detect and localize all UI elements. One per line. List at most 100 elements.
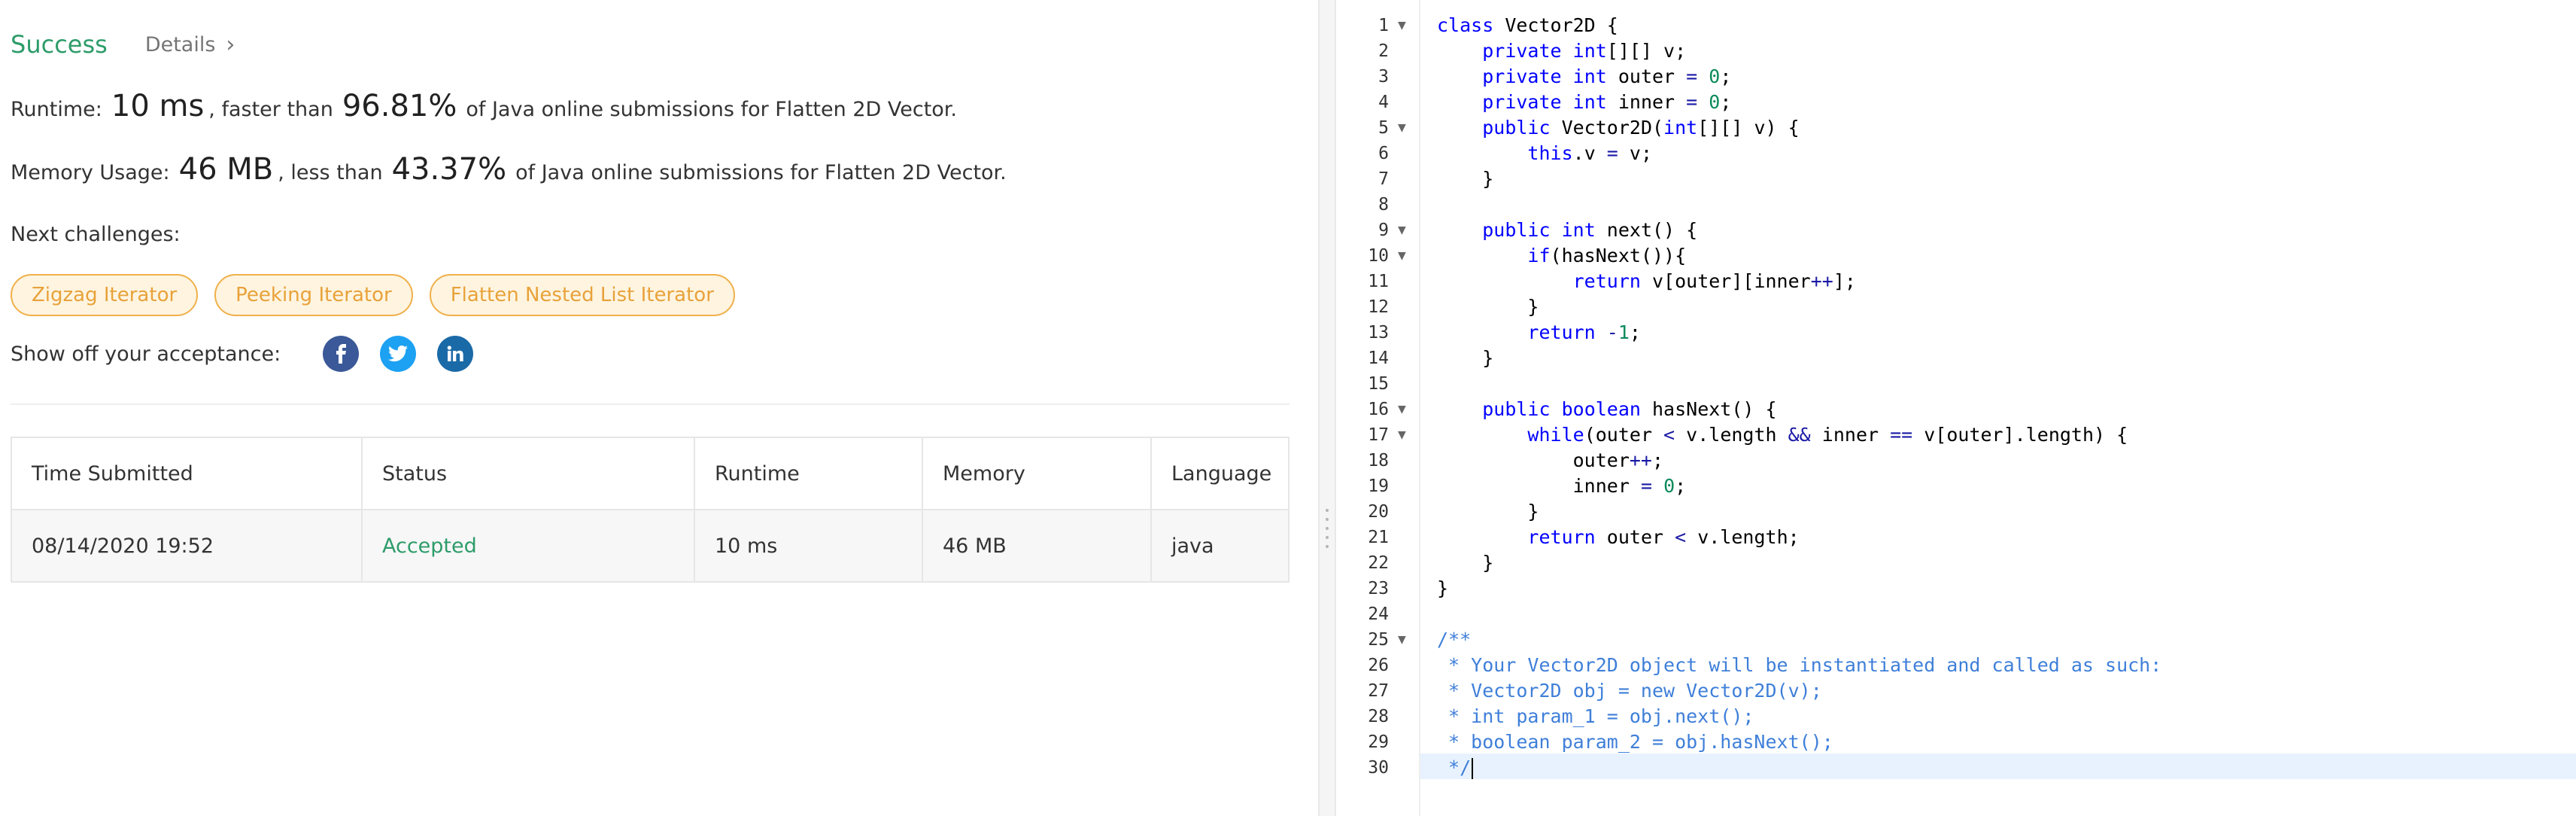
line-number: 26: [1368, 656, 1389, 675]
runtime-suffix: of Java online submissions for Flatten 2…: [466, 98, 958, 121]
line-number: 13: [1368, 323, 1389, 343]
grip-dots-icon: [1326, 509, 1329, 548]
code-line[interactable]: /**: [1437, 627, 2161, 653]
runtime-percent: 96.81%: [342, 89, 457, 123]
divider: [11, 403, 1290, 405]
code-line[interactable]: * Your Vector2D object will be instantia…: [1437, 653, 2161, 678]
runtime-label: Runtime:: [11, 98, 102, 121]
runtime-value: 10 ms: [111, 89, 205, 123]
fold-toggle-icon[interactable]: ▼: [1398, 115, 1406, 141]
submission-result-panel: Success Details › Runtime: 10 ms , faste…: [0, 0, 1318, 816]
line-number: 15: [1368, 374, 1389, 394]
share-row: Show off your acceptance:: [11, 336, 474, 372]
code-line[interactable]: */: [1437, 755, 2161, 781]
column-header-time-submitted[interactable]: Time Submitted: [12, 438, 361, 509]
line-number: 16: [1368, 400, 1389, 419]
code-line[interactable]: while(outer < v.length && inner == v[out…: [1437, 422, 2161, 448]
line-number: 19: [1368, 477, 1389, 496]
fold-toggle-icon[interactable]: ▼: [1398, 627, 1406, 653]
line-number: 5: [1378, 118, 1389, 138]
app-root: Success Details › Runtime: 10 ms , faste…: [0, 0, 2576, 816]
line-number: 20: [1368, 502, 1389, 522]
line-number: 4: [1378, 93, 1389, 112]
runtime-middle-text: , faster than: [208, 98, 333, 121]
column-header-status[interactable]: Status: [361, 438, 694, 509]
code-line[interactable]: }: [1437, 294, 2161, 320]
memory-suffix: of Java online submissions for Flatten 2…: [515, 161, 1007, 184]
panel-resize-handle[interactable]: [1318, 0, 1336, 816]
line-number: 24: [1368, 604, 1389, 624]
challenge-chip-flatten-nested-list-iterator[interactable]: Flatten Nested List Iterator: [429, 274, 735, 316]
result-status: Success: [11, 30, 108, 59]
cell-memory: 46 MB: [922, 510, 1150, 581]
code-line[interactable]: public int next() {: [1437, 218, 2161, 243]
column-header-runtime[interactable]: Runtime: [694, 438, 922, 509]
line-number: 23: [1368, 579, 1389, 598]
runtime-line: Runtime: 10 ms , faster than 96.81% of J…: [11, 89, 957, 123]
code-content[interactable]: class Vector2D { private int[][] v; priv…: [1437, 13, 2161, 781]
share-icons: [323, 336, 474, 372]
details-link[interactable]: Details ›: [145, 32, 235, 58]
line-number: 10: [1368, 246, 1389, 266]
line-number: 14: [1368, 349, 1389, 368]
code-line[interactable]: private int[][] v;: [1437, 38, 2161, 64]
code-line[interactable]: private int inner = 0;: [1437, 90, 2161, 115]
code-editor[interactable]: 1 ▼ 2 3 4 5 ▼ 6 7 8 9 ▼ 10 ▼ 11 12 13 14 15 16 ▼ 17 ▼ 18 19 20 21 2…: [1336, 0, 2576, 816]
code-line[interactable]: }: [1437, 550, 2161, 576]
code-line[interactable]: }: [1437, 166, 2161, 192]
twitter-icon[interactable]: [380, 336, 417, 372]
line-number-gutter: 1 ▼ 2 3 4 5 ▼ 6 7 8 9 ▼ 10 ▼ 11 12 13 14 15 16 ▼ 17 ▼ 18 19 20 21 2…: [1336, 0, 1420, 816]
code-line[interactable]: }: [1437, 346, 2161, 371]
line-number: 22: [1368, 553, 1389, 573]
code-line[interactable]: ​: [1437, 601, 2161, 627]
code-line[interactable]: if(hasNext()){: [1437, 243, 2161, 269]
code-line[interactable]: return outer < v.length;: [1437, 525, 2161, 550]
fold-toggle-icon[interactable]: ▼: [1398, 422, 1406, 448]
code-line[interactable]: * boolean param_2 = obj.hasNext();: [1437, 729, 2161, 755]
code-line[interactable]: this.v = v;: [1437, 141, 2161, 166]
chevron-right-icon: ›: [226, 31, 235, 58]
code-line[interactable]: inner = 0;: [1437, 473, 2161, 499]
challenge-chip-zigzag-iterator[interactable]: Zigzag Iterator: [11, 274, 199, 316]
code-line[interactable]: public boolean hasNext() {: [1437, 397, 2161, 422]
result-header: Success Details ›: [11, 30, 235, 59]
challenge-chip-peeking-iterator[interactable]: Peeking Iterator: [214, 274, 413, 316]
table-header-row: Time Submitted Status Runtime Memory Lan…: [12, 438, 1288, 509]
line-number: 25: [1368, 630, 1389, 650]
line-number: 21: [1368, 528, 1389, 547]
code-line[interactable]: class Vector2D {: [1437, 13, 2161, 38]
line-number: 8: [1378, 195, 1389, 215]
fold-toggle-icon[interactable]: ▼: [1398, 243, 1406, 269]
cell-status[interactable]: Accepted: [361, 510, 694, 581]
code-line[interactable]: return -1;: [1437, 320, 2161, 346]
code-line[interactable]: private int outer = 0;: [1437, 64, 2161, 90]
share-label: Show off your acceptance:: [11, 342, 281, 366]
code-line[interactable]: public Vector2D(int[][] v) {: [1437, 115, 2161, 141]
memory-middle-text: , less than: [278, 161, 383, 184]
column-header-memory[interactable]: Memory: [922, 438, 1150, 509]
linkedin-icon[interactable]: [437, 336, 474, 372]
line-number: 3: [1378, 67, 1389, 87]
table-row[interactable]: 08/14/2020 19:52 Accepted 10 ms 46 MB ja…: [12, 509, 1288, 581]
line-number: 30: [1368, 758, 1389, 778]
code-line[interactable]: ​: [1437, 192, 2161, 218]
code-line[interactable]: * int param_1 = obj.next();: [1437, 704, 2161, 729]
code-line[interactable]: * Vector2D obj = new Vector2D(v);: [1437, 678, 2161, 704]
column-header-language[interactable]: Language: [1150, 438, 1288, 509]
line-number: 18: [1368, 451, 1389, 470]
code-line[interactable]: ​: [1437, 371, 2161, 397]
fold-toggle-icon[interactable]: ▼: [1398, 397, 1406, 422]
code-line[interactable]: outer++;: [1437, 448, 2161, 473]
code-line[interactable]: return v[outer][inner++];: [1437, 269, 2161, 294]
memory-value: 46 MB: [178, 152, 274, 187]
code-line[interactable]: }: [1437, 576, 2161, 601]
code-line[interactable]: }: [1437, 499, 2161, 525]
facebook-icon[interactable]: [323, 336, 360, 372]
fold-toggle-icon[interactable]: ▼: [1398, 13, 1406, 38]
line-number: 27: [1368, 681, 1389, 701]
fold-toggle-icon[interactable]: ▼: [1398, 218, 1406, 243]
line-number: 9: [1378, 221, 1389, 240]
memory-line: Memory Usage: 46 MB , less than 43.37% o…: [11, 152, 1007, 187]
memory-percent: 43.37%: [391, 152, 507, 187]
line-number: 17: [1368, 425, 1389, 445]
